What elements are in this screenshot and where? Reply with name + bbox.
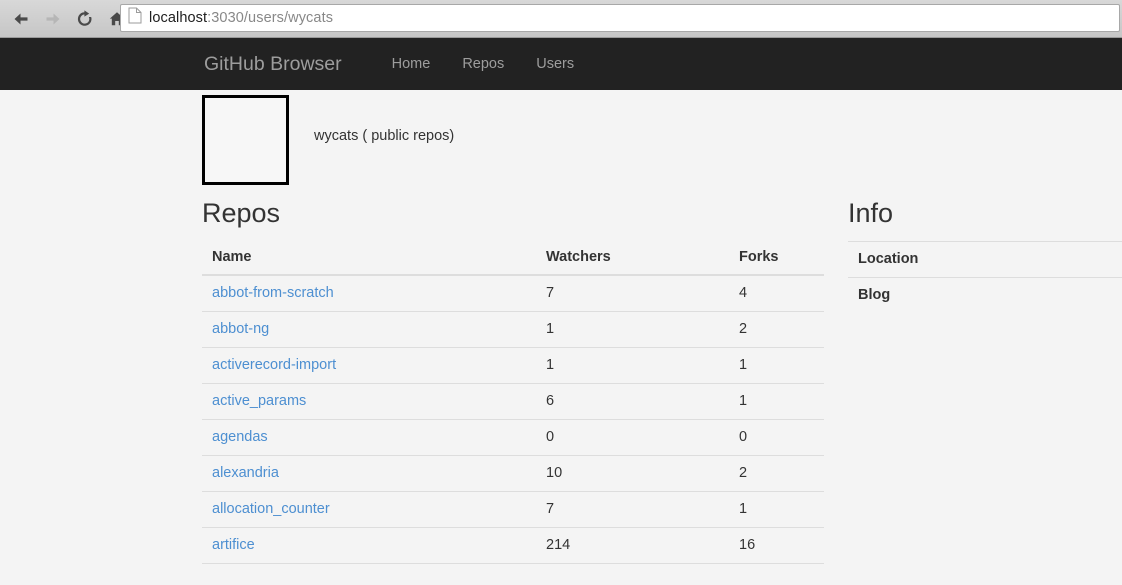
info-value — [926, 240, 1122, 278]
user-summary: wycats ( public repos) — [314, 128, 455, 144]
repo-name-cell: agendas — [202, 419, 536, 456]
url-host: localhost — [149, 10, 208, 26]
browser-nav-buttons — [0, 4, 132, 34]
forward-button[interactable] — [38, 4, 68, 34]
page-document-icon — [128, 7, 142, 29]
page-content: wycats ( public repos) Repos Name Watche… — [0, 90, 1122, 585]
repo-link[interactable]: abbot-from-scratch — [212, 285, 334, 301]
repo-name-cell: activerecord-import — [202, 347, 536, 384]
info-table-body: Location Blog — [848, 240, 1122, 313]
info-title: Info — [848, 198, 894, 228]
repos-section: Repos Name Watchers Forks abbot-from-scr… — [202, 198, 824, 564]
info-row: Blog — [848, 276, 1122, 313]
repo-link[interactable]: agendas — [212, 429, 268, 445]
table-row: artifice 214 16 — [202, 527, 824, 564]
repo-forks-cell: 2 — [729, 455, 824, 492]
url-path: :3030/users/wycats — [207, 10, 334, 26]
repo-forks-cell: 2 — [729, 311, 824, 348]
table-row: activerecord-import 1 1 — [202, 347, 824, 384]
forward-arrow-icon — [43, 9, 63, 29]
url-bar[interactable]: localhost:3030/users/wycats — [120, 4, 1120, 32]
repo-forks-cell: 4 — [729, 274, 824, 312]
repos-header-row: Name Watchers Forks — [202, 240, 824, 276]
repos-title: Repos — [202, 198, 281, 228]
reload-icon — [75, 9, 95, 29]
repo-watchers-cell: 1 — [536, 311, 729, 348]
table-row: abbot-ng 1 2 — [202, 311, 824, 348]
repo-watchers-cell: 10 — [536, 455, 729, 492]
repo-link[interactable]: activerecord-import — [212, 357, 336, 373]
repo-name-cell: abbot-from-scratch — [202, 274, 536, 312]
repo-watchers-cell: 214 — [536, 527, 729, 564]
navbar-brand[interactable]: GitHub Browser — [204, 53, 342, 76]
browser-chrome: localhost:3030/users/wycats — [0, 0, 1122, 38]
repo-name-cell: alexandria — [202, 455, 536, 492]
navbar-links: Home Repos Users — [376, 56, 590, 72]
table-row: active_params 6 1 — [202, 383, 824, 420]
repo-forks-cell: 16 — [729, 527, 824, 564]
repo-link[interactable]: artifice — [212, 537, 255, 553]
repos-table: Name Watchers Forks abbot-from-scratch 7 4… — [202, 240, 824, 564]
column-header-watchers: Watchers — [536, 240, 729, 276]
repo-name-cell: active_params — [202, 383, 536, 420]
repo-forks-cell: 0 — [729, 419, 824, 456]
back-arrow-icon — [11, 9, 31, 29]
repo-forks-cell: 1 — [729, 491, 824, 528]
nav-link-repos[interactable]: Repos — [446, 56, 520, 72]
table-row: alexandria 10 2 — [202, 455, 824, 492]
column-header-forks: Forks — [729, 240, 824, 276]
repo-watchers-cell: 1 — [536, 347, 729, 384]
content-columns: Repos Name Watchers Forks abbot-from-scr… — [0, 198, 1122, 564]
repo-name-cell: allocation_counter — [202, 491, 536, 528]
info-value — [926, 276, 1122, 313]
repo-link[interactable]: allocation_counter — [212, 501, 330, 517]
repo-watchers-cell: 7 — [536, 491, 729, 528]
avatar — [202, 95, 289, 185]
repo-forks-cell: 1 — [729, 383, 824, 420]
info-section: Info Location Blog — [848, 198, 1122, 313]
repo-watchers-cell: 0 — [536, 419, 729, 456]
repo-name-cell: artifice — [202, 527, 536, 564]
repo-watchers-cell: 6 — [536, 383, 729, 420]
table-row: abbot-from-scratch 7 4 — [202, 274, 824, 312]
column-header-name: Name — [202, 240, 536, 276]
repos-table-body: abbot-from-scratch 7 4 abbot-ng 1 2 activereco… — [202, 274, 824, 564]
repos-table-head: Name Watchers Forks — [202, 240, 824, 276]
back-button[interactable] — [6, 4, 36, 34]
repo-link[interactable]: alexandria — [212, 465, 279, 481]
nav-link-home[interactable]: Home — [376, 56, 447, 72]
user-header: wycats ( public repos) — [0, 90, 1122, 185]
table-row: agendas 0 0 — [202, 419, 824, 456]
info-label: Location — [848, 240, 927, 278]
repo-name-cell: abbot-ng — [202, 311, 536, 348]
repo-link[interactable]: active_params — [212, 393, 306, 409]
reload-button[interactable] — [70, 4, 100, 34]
site-navbar: GitHub Browser Home Repos Users — [0, 38, 1122, 90]
nav-link-users[interactable]: Users — [520, 56, 590, 72]
url-text: localhost:3030/users/wycats — [149, 10, 333, 26]
info-row: Location — [848, 240, 1122, 278]
repo-forks-cell: 1 — [729, 347, 824, 384]
table-row: allocation_counter 7 1 — [202, 491, 824, 528]
info-table: Location Blog — [848, 240, 1122, 313]
repo-watchers-cell: 7 — [536, 274, 729, 312]
repo-link[interactable]: abbot-ng — [212, 321, 269, 337]
info-label: Blog — [848, 276, 927, 313]
